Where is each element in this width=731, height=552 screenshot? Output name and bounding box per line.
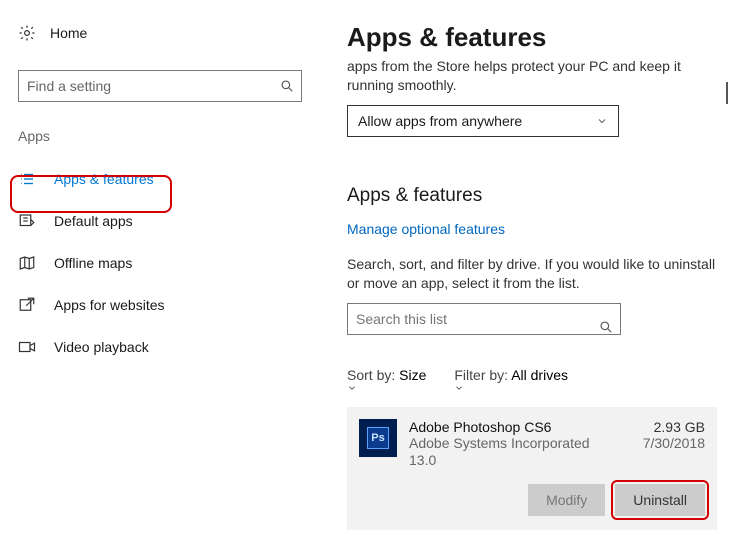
install-source-helper: apps from the Store helps protect your P…: [347, 57, 717, 95]
chevron-down-icon: [596, 115, 608, 127]
main-panel: Apps & features apps from the Store help…: [347, 22, 717, 530]
page-title: Apps & features: [347, 22, 717, 53]
sidebar-search: [18, 70, 302, 102]
settings-sidebar: Home Apps Apps & features De: [0, 0, 320, 368]
sidebar-item-label: Apps & features: [54, 171, 154, 187]
sidebar-item-label: Apps for websites: [54, 297, 165, 313]
gear-icon: [18, 24, 36, 42]
chevron-down-icon: [454, 383, 568, 393]
app-list-search: [347, 303, 621, 351]
sidebar-item-offline-maps[interactable]: Offline maps: [0, 242, 320, 284]
video-icon: [18, 338, 36, 356]
photoshop-icon: Ps: [367, 427, 389, 449]
sidebar-section-label: Apps: [0, 128, 320, 144]
modify-button[interactable]: Modify: [528, 484, 605, 516]
sidebar-item-apps-for-websites[interactable]: Apps for websites: [0, 284, 320, 326]
sort-label: Sort by:: [347, 367, 395, 383]
sidebar-item-label: Offline maps: [54, 255, 132, 271]
sidebar-item-apps-features[interactable]: Apps & features: [0, 158, 320, 200]
sidebar-item-label: Video playback: [54, 339, 149, 355]
launch-icon: [18, 296, 36, 314]
sidebar-item-video-playback[interactable]: Video playback: [0, 326, 320, 368]
defaults-icon: [18, 212, 36, 230]
sidebar-item-default-apps[interactable]: Default apps: [0, 200, 320, 242]
app-icon: Ps: [359, 419, 397, 457]
app-version: 13.0: [409, 452, 631, 470]
filter-label: Filter by:: [454, 367, 508, 383]
list-icon: [18, 170, 36, 188]
app-size: 2.93 GB: [643, 419, 705, 435]
sort-value: Size: [399, 367, 426, 383]
app-install-date: 7/30/2018: [643, 435, 705, 451]
sort-filter-row: Sort by: Size Filter by: All drives: [347, 367, 717, 393]
chevron-down-icon: [347, 383, 426, 393]
find-setting-input[interactable]: [18, 70, 302, 102]
uninstall-button[interactable]: Uninstall: [615, 484, 705, 516]
scrollbar-thumb[interactable]: [726, 82, 728, 104]
home-button[interactable]: Home: [0, 24, 320, 42]
dropdown-value: Allow apps from anywhere: [358, 113, 522, 129]
app-name: Adobe Photoshop CS6: [409, 419, 631, 435]
subsection-title: Apps & features: [347, 185, 717, 207]
manage-optional-features-link[interactable]: Manage optional features: [347, 221, 505, 237]
home-label: Home: [50, 25, 87, 41]
app-publisher: Adobe Systems Incorporated: [409, 435, 631, 453]
app-list-item[interactable]: Ps Adobe Photoshop CS6 Adobe Systems Inc…: [347, 407, 717, 530]
map-icon: [18, 254, 36, 272]
install-source-dropdown[interactable]: Allow apps from anywhere: [347, 105, 619, 137]
sidebar-item-label: Default apps: [54, 213, 133, 229]
filter-by-control[interactable]: Filter by: All drives: [454, 367, 568, 393]
sort-by-control[interactable]: Sort by: Size: [347, 367, 426, 393]
list-description: Search, sort, and filter by drive. If yo…: [347, 255, 717, 293]
filter-value: All drives: [511, 367, 568, 383]
search-list-input[interactable]: [347, 303, 621, 335]
